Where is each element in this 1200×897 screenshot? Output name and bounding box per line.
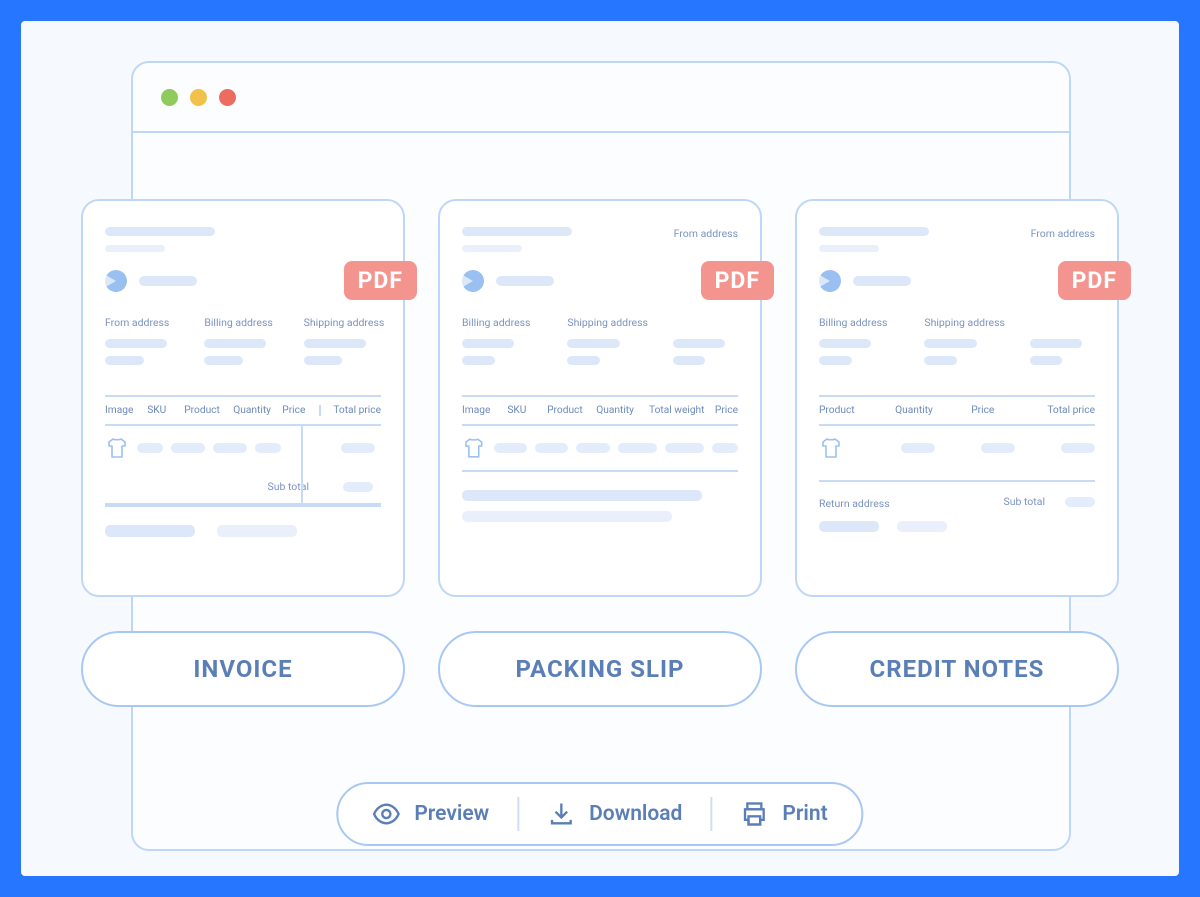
doc-header-placeholder xyxy=(105,227,381,252)
table-row xyxy=(462,426,738,472)
from-address-label: From address xyxy=(674,227,738,240)
doc-logo-row xyxy=(105,270,381,292)
shipping-address-label: Shipping address xyxy=(567,316,632,329)
col-price: Price xyxy=(971,405,1039,416)
address-row: Billing address Shipping address x xyxy=(462,316,738,373)
billing-address-label: Billing address xyxy=(462,316,527,329)
address-row: Billing address Shipping address x xyxy=(819,316,1095,373)
preview-label: Preview xyxy=(414,802,489,826)
credit-table: Product Quantity Price Total price xyxy=(819,395,1095,532)
pie-chart-icon xyxy=(101,266,131,296)
invoice-button[interactable]: INVOICE xyxy=(81,631,405,707)
col-product: Product xyxy=(547,405,588,416)
packing-table: Image SKU Product Quantity Total weight … xyxy=(462,395,738,472)
doc-logo-row xyxy=(462,270,738,292)
subtotal-label: Sub total xyxy=(1003,495,1045,508)
card-footer-placeholder xyxy=(819,521,1095,532)
billing-address-label: Billing address xyxy=(204,316,281,329)
pie-chart-icon xyxy=(815,266,845,296)
tshirt-icon xyxy=(819,438,843,458)
card-footer-placeholder xyxy=(105,525,381,537)
col-total-weight: Total weight xyxy=(649,405,707,416)
separator xyxy=(517,797,519,831)
packing-slip-preview-card: PDF From address Billing address Shippin… xyxy=(438,199,762,597)
from-address-label: From address xyxy=(1031,227,1095,240)
pdf-badge: PDF xyxy=(1058,261,1131,300)
col-total-price: Total price xyxy=(319,405,381,416)
col-price: Price xyxy=(282,405,311,416)
billing-address-label: Billing address xyxy=(819,316,884,329)
action-bar: Preview Download Print xyxy=(336,782,863,846)
invoice-preview-card: PDF From address Billing address xyxy=(81,199,405,597)
download-label: Download xyxy=(589,802,682,826)
shipping-address-label: Shipping address xyxy=(924,316,989,329)
col-total-price: Total price xyxy=(1047,405,1095,416)
packing-slip-button[interactable]: PACKING SLIP xyxy=(438,631,762,707)
table-row xyxy=(105,426,381,470)
print-label: Print xyxy=(782,802,827,826)
subtotal-row: Sub total xyxy=(105,470,381,503)
download-button[interactable]: Download xyxy=(547,800,682,828)
traffic-light-close-icon xyxy=(161,89,178,106)
printer-icon xyxy=(740,800,768,828)
doc-type-buttons: INVOICE PACKING SLIP CREDIT NOTES xyxy=(81,631,1119,707)
traffic-light-minimize-icon xyxy=(190,89,207,106)
col-price: Price xyxy=(715,405,738,416)
pdf-badge: PDF xyxy=(701,261,774,300)
col-sku: SKU xyxy=(507,405,539,416)
print-button[interactable]: Print xyxy=(740,800,827,828)
col-quantity: Quantity xyxy=(596,405,641,416)
shipping-address-label: Shipping address xyxy=(304,316,381,329)
col-quantity: Quantity xyxy=(895,405,963,416)
pdf-badge: PDF xyxy=(344,261,417,300)
tshirt-icon xyxy=(105,438,129,458)
illustration-frame: PDF From address Billing address xyxy=(21,21,1179,876)
browser-tabbar xyxy=(133,63,1069,133)
col-product: Product xyxy=(819,405,887,416)
col-image: Image xyxy=(462,405,499,416)
download-icon xyxy=(547,800,575,828)
card-footer-placeholder xyxy=(462,490,738,522)
return-address-label: Return address xyxy=(819,497,890,510)
traffic-light-zoom-icon xyxy=(219,89,236,106)
document-cards-row: PDF From address Billing address xyxy=(81,199,1119,597)
separator xyxy=(710,797,712,831)
invoice-table: Image SKU Product Quantity Price Total p… xyxy=(105,395,381,507)
col-product: Product xyxy=(184,405,225,416)
pie-chart-icon xyxy=(458,266,488,296)
address-row: From address Billing address Shipping ad… xyxy=(105,316,381,373)
col-image: Image xyxy=(105,405,139,416)
col-quantity: Quantity xyxy=(233,405,274,416)
tshirt-icon xyxy=(462,438,486,458)
col-sku: SKU xyxy=(147,405,176,416)
credit-notes-preview-card: PDF From address Billing address Shippin… xyxy=(795,199,1119,597)
credit-notes-button[interactable]: CREDIT NOTES xyxy=(795,631,1119,707)
from-address-label: From address xyxy=(105,316,182,329)
table-row xyxy=(819,426,1095,470)
eye-icon xyxy=(372,800,400,828)
preview-button[interactable]: Preview xyxy=(372,800,489,828)
doc-logo-row xyxy=(819,270,1095,292)
